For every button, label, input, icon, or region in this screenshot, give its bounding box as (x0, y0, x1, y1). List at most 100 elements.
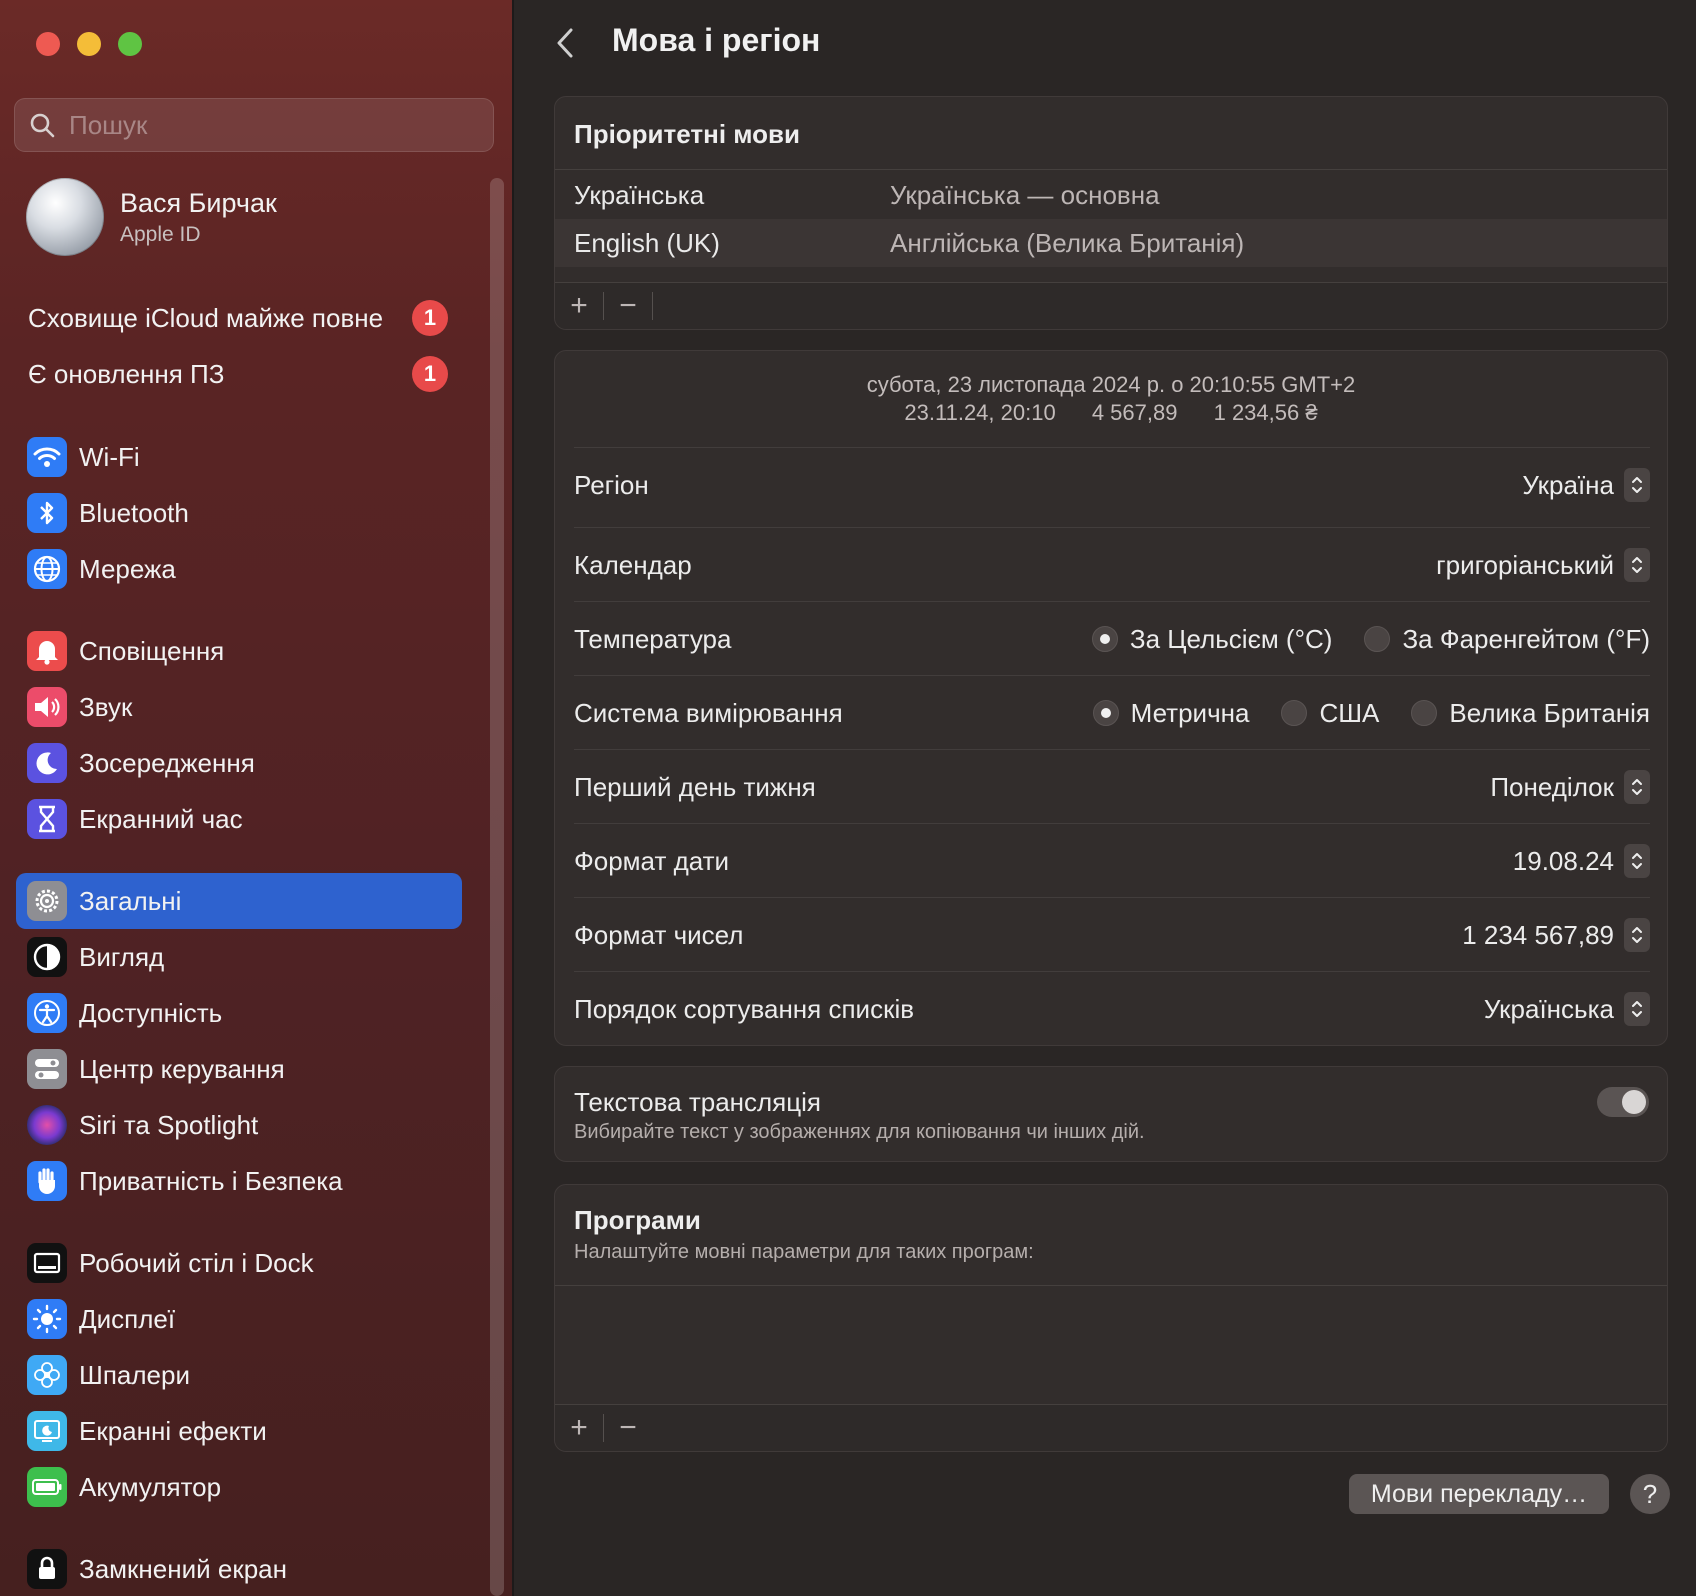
number-format-value: 1 234 567,89 (1462, 919, 1614, 950)
sidebar-item-label: Екранні ефекти (79, 1415, 267, 1446)
radio-button[interactable] (1281, 700, 1308, 726)
sidebar-item-privacy[interactable]: Приватність і Безпека (16, 1153, 462, 1209)
sidebar-item-sound[interactable]: Звук (16, 679, 462, 735)
language-row[interactable]: English (UK) Англійська (Велика Британія… (555, 219, 1667, 267)
sidebar-item-accessibility[interactable]: Доступність (16, 985, 462, 1041)
sidebar-item-label: Bluetooth (79, 497, 189, 528)
sidebar-item-screen-saver[interactable]: Екранні ефекти (16, 1403, 462, 1459)
page-title: Мова і регіон (612, 22, 821, 58)
gear-icon (27, 881, 67, 921)
sidebar-item-battery[interactable]: Акумулятор (16, 1459, 462, 1515)
sidebar-item-network[interactable]: Мережа (16, 541, 462, 597)
search-box[interactable] (14, 98, 494, 152)
region-label: Регіон (574, 469, 649, 500)
preview-full-date: субота, 23 листопада 2024 р. о 20:10:55 … (866, 372, 1356, 397)
language-name: Українська (574, 179, 705, 210)
add-application-button[interactable]: + (555, 1405, 603, 1451)
radio-button[interactable] (1364, 626, 1391, 652)
measurement-uk-radio[interactable]: Велика Британія (1411, 698, 1650, 729)
radio-button-selected[interactable] (1092, 700, 1119, 726)
sort-order-label: Порядок сортування списків (574, 993, 915, 1024)
minimize-window-button[interactable] (77, 32, 101, 56)
alert-label: Є оновлення ПЗ (28, 358, 225, 389)
icloud-storage-alert[interactable]: Сховище iCloud майже повне 1 (28, 300, 448, 336)
remove-language-button[interactable]: − (604, 283, 652, 329)
avatar (26, 178, 104, 256)
software-update-alert[interactable]: Є оновлення ПЗ 1 (28, 356, 448, 392)
apple-id-profile[interactable]: Вася Бирчак Apple ID (26, 178, 277, 256)
temperature-celsius-radio[interactable]: За Цельсієм (°C) (1091, 623, 1333, 655)
battery-icon (27, 1467, 67, 1507)
hourglass-icon (27, 799, 67, 839)
date-format-value: 19.08.24 (1512, 845, 1614, 876)
radio-label: США (1319, 697, 1380, 728)
sidebar-item-label: Акумулятор (79, 1471, 222, 1502)
calendar-popup[interactable]: григоріанський (1436, 548, 1650, 582)
appearance-icon (27, 937, 67, 977)
accessibility-icon (27, 993, 67, 1033)
back-button[interactable] (554, 26, 576, 69)
sidebar-item-appearance[interactable]: Вигляд (16, 929, 462, 985)
sort-order-popup[interactable]: Українська (1484, 992, 1650, 1026)
help-button[interactable]: ? (1630, 1474, 1670, 1514)
close-window-button[interactable] (36, 32, 60, 56)
temperature-fahrenheit-radio[interactable]: За Фаренгейтом (°F) (1364, 624, 1650, 655)
applications-toolbar: + − (555, 1404, 1667, 1451)
sidebar-item-lock-screen[interactable]: Замкнений екран (16, 1541, 462, 1596)
sidebar-item-siri[interactable]: Siri та Spotlight (16, 1097, 462, 1153)
language-row[interactable]: Українська Українська — основна (555, 171, 1667, 219)
sidebar-item-focus[interactable]: Зосередження (16, 735, 462, 791)
zoom-window-button[interactable] (118, 32, 142, 56)
sidebar-item-general[interactable]: Загальні (16, 873, 462, 929)
measurement-metric-radio[interactable]: Метрична (1092, 698, 1249, 729)
search-input[interactable] (67, 108, 471, 142)
sidebar-item-bluetooth[interactable]: Bluetooth (16, 485, 462, 541)
screensaver-icon (27, 1411, 67, 1451)
sidebar-item-label: Доступність (79, 997, 223, 1028)
sidebar-item-wifi[interactable]: Wi-Fi (16, 429, 462, 485)
add-language-button[interactable]: + (555, 283, 603, 329)
region-value: Україна (1522, 469, 1614, 500)
language-toolbar: + − (555, 282, 1667, 329)
region-popup[interactable]: Україна (1522, 468, 1650, 502)
profile-subtitle: Apple ID (120, 222, 201, 246)
sidebar-scrollbar[interactable] (490, 178, 504, 1596)
remove-application-button[interactable]: − (604, 1405, 652, 1451)
live-text-card: Текстова трансляція Вибирайте текст у зо… (554, 1066, 1668, 1162)
radio-button[interactable] (1411, 700, 1438, 726)
number-format-popup[interactable]: 1 234 567,89 (1462, 918, 1650, 952)
sidebar-item-screen-time[interactable]: Екранний час (16, 791, 462, 847)
preview-number: 4 567,89 (1091, 400, 1178, 425)
hand-icon (27, 1161, 67, 1201)
sidebar-item-label: Wi-Fi (79, 441, 140, 472)
calendar-value: григоріанський (1436, 549, 1614, 580)
translation-languages-button[interactable]: Мови перекладу… (1349, 1474, 1609, 1514)
first-day-label: Перший день тижня (574, 771, 816, 802)
bluetooth-icon (27, 493, 67, 533)
radio-label: Велика Британія (1449, 697, 1650, 728)
first-day-popup[interactable]: Понеділок (1490, 770, 1650, 804)
chevron-up-down-icon (1624, 844, 1650, 878)
format-preview: субота, 23 листопада 2024 р. о 20:10:55 … (555, 371, 1667, 427)
applications-card: Програми Налаштуйте мовні параметри для … (554, 1184, 1668, 1452)
flower-icon (27, 1355, 67, 1395)
radio-label: За Цельсієм (°C) (1129, 623, 1333, 654)
sidebar-item-desktop-dock[interactable]: Робочий стіл і Dock (16, 1235, 462, 1291)
language-description: Українська — основна (890, 179, 1160, 210)
sidebar-item-displays[interactable]: Дисплеї (16, 1291, 462, 1347)
sidebar-item-label: Замкнений екран (79, 1553, 287, 1584)
measurement-us-radio[interactable]: США (1281, 698, 1379, 729)
sidebar-item-wallpaper[interactable]: Шпалери (16, 1347, 462, 1403)
radio-button-selected[interactable] (1091, 626, 1118, 652)
sort-order-value: Українська (1483, 993, 1614, 1024)
live-text-toggle[interactable] (1597, 1087, 1649, 1117)
sidebar-item-control-center[interactable]: Центр керування (16, 1041, 462, 1097)
sidebar-item-notifications[interactable]: Сповіщення (16, 623, 462, 679)
sidebar-item-label: Сповіщення (79, 635, 225, 666)
first-day-value: Понеділок (1490, 771, 1614, 802)
date-format-popup[interactable]: 19.08.24 (1513, 844, 1650, 878)
measurement-label: Система вимірювання (574, 697, 843, 728)
chevron-up-down-icon (1624, 468, 1650, 502)
sort-order-row: Порядок сортування списків Українська (574, 971, 1650, 1045)
sidebar-item-label: Робочий стіл і Dock (79, 1247, 314, 1278)
